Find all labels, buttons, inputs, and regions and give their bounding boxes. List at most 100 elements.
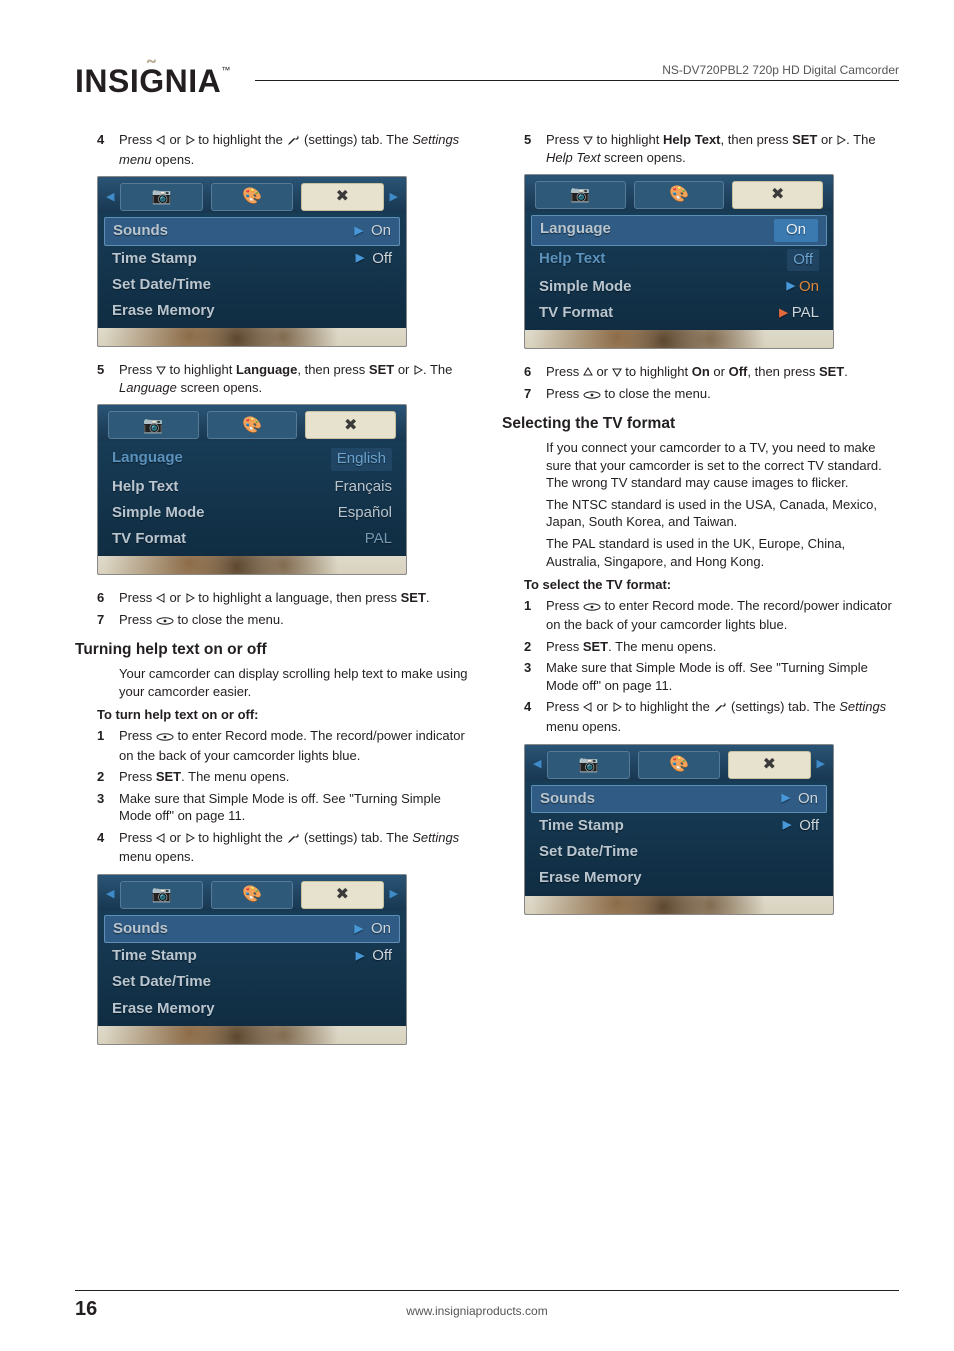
- section-heading: Selecting the TV format: [502, 414, 899, 435]
- step-text: Press to close the menu.: [119, 611, 472, 631]
- body-text: If you connect your camcorder to a TV, y…: [502, 439, 899, 492]
- tab-arrow-left-icon: ◀: [104, 887, 116, 902]
- menu-row: Sounds▶On: [104, 217, 400, 245]
- step-number: 3: [97, 790, 111, 825]
- step-number: 1: [97, 727, 111, 764]
- menu-row: Time Stamp▶Off: [104, 246, 400, 272]
- menu-row: Erase Memory: [104, 996, 400, 1022]
- sub-heading: To turn help text on or off:: [97, 706, 472, 724]
- settings-menu-screenshot: ◀ 📷 🎨 ✖ ▶ Sounds▶On Time Stamp▶Off Set D…: [97, 176, 407, 347]
- left-triangle-icon: [156, 593, 166, 603]
- menu-row: LanguageEnglish: [104, 445, 400, 473]
- step-text: Press to enter Record mode. The record/p…: [119, 727, 472, 764]
- menu-row: Simple ModeEspañol: [104, 500, 400, 526]
- help-text-screen-screenshot: 📷 🎨 ✖ LanguageOn Help TextOff Simple Mod…: [524, 174, 834, 349]
- step-text: Make sure that Simple Mode is off. See "…: [119, 790, 472, 825]
- tab-arrow-right-icon: ▶: [388, 887, 400, 902]
- step-number: 3: [524, 659, 538, 694]
- brand-logo: INSIGNIA™ ˜: [75, 60, 231, 103]
- menu-row: TV FormatPAL: [104, 526, 400, 552]
- record-button-icon: [156, 613, 174, 631]
- settings-wrench-icon: [713, 699, 727, 718]
- record-button-icon: [583, 387, 601, 405]
- tab-arrow-left-icon: ◀: [104, 190, 116, 205]
- tab-palette-icon: 🎨: [207, 411, 298, 439]
- tab-palette-icon: 🎨: [211, 183, 293, 211]
- down-triangle-icon: [156, 365, 166, 375]
- step-number: 7: [524, 385, 538, 405]
- menu-row: TV Format▶PAL: [531, 300, 827, 326]
- step-number: 1: [524, 597, 538, 634]
- body-text: The NTSC standard is used in the USA, Ca…: [502, 496, 899, 531]
- left-triangle-icon: [583, 702, 593, 712]
- left-triangle-icon: [156, 135, 166, 145]
- tab-arrow-right-icon: ▶: [388, 190, 400, 205]
- menu-row: LanguageOn: [531, 215, 827, 245]
- record-button-icon: [583, 599, 601, 617]
- body-text: Your camcorder can display scrolling hel…: [75, 665, 472, 700]
- tab-settings-icon: ✖: [301, 881, 383, 909]
- section-heading: Turning help text on or off: [75, 640, 472, 661]
- step-number: 7: [97, 611, 111, 631]
- right-column: 5 Press to highlight Help Text, then pre…: [502, 131, 899, 1059]
- step-number: 2: [524, 638, 538, 656]
- menu-row: Erase Memory: [104, 298, 400, 324]
- step-text: Press or to highlight On or Off, then pr…: [546, 363, 899, 381]
- down-triangle-icon: [612, 367, 622, 377]
- tab-settings-icon: ✖: [305, 411, 396, 439]
- right-triangle-icon: [185, 135, 195, 145]
- menu-row: Sounds▶On: [104, 915, 400, 943]
- tab-arrow-left-icon: ◀: [531, 757, 543, 772]
- tab-arrow-right-icon: ▶: [815, 757, 827, 772]
- menu-row: Time Stamp▶Off: [531, 813, 827, 839]
- menu-row: Help TextOff: [531, 246, 827, 274]
- right-triangle-icon: [413, 365, 423, 375]
- step-text: Press or to highlight the (settings) tab…: [546, 698, 899, 735]
- step-text: Make sure that Simple Mode is off. See "…: [546, 659, 899, 694]
- step-text: Press or to highlight the (settings) tab…: [119, 829, 472, 866]
- footer-url: www.insigniaproducts.com: [0, 1303, 954, 1319]
- menu-row: Set Date/Time: [531, 839, 827, 865]
- tab-camera-icon: 📷: [535, 181, 626, 209]
- menu-row: Simple Mode▶On: [531, 274, 827, 300]
- step-text: Press to highlight Help Text, then press…: [546, 131, 899, 166]
- tab-camera-icon: 📷: [120, 881, 202, 909]
- left-column: 4 Press or to highlight the (settings) t…: [75, 131, 472, 1059]
- tab-camera-icon: 📷: [547, 751, 629, 779]
- right-triangle-icon: [185, 833, 195, 843]
- step-text: Press SET. The menu opens.: [119, 768, 472, 786]
- tab-settings-icon: ✖: [732, 181, 823, 209]
- right-triangle-icon: [185, 593, 195, 603]
- settings-wrench-icon: [286, 132, 300, 151]
- step-text: Press to enter Record mode. The record/p…: [546, 597, 899, 634]
- logo-tilde-icon: ˜: [147, 54, 156, 86]
- product-name: NS-DV720PBL2 720p HD Digital Camcorder: [662, 62, 899, 78]
- tab-palette-icon: 🎨: [638, 751, 720, 779]
- step-number: 4: [97, 131, 111, 168]
- settings-menu-screenshot: ◀ 📷 🎨 ✖ ▶ Sounds▶On Time Stamp▶Off Set D…: [524, 744, 834, 915]
- down-triangle-icon: [583, 135, 593, 145]
- step-number: 6: [524, 363, 538, 381]
- footer-rule: [75, 1290, 899, 1291]
- left-triangle-icon: [156, 833, 166, 843]
- menu-row: Erase Memory: [531, 865, 827, 891]
- tm-text: ™: [221, 65, 231, 75]
- step-text: Press or to highlight the (settings) tab…: [119, 131, 472, 168]
- header-rule: [255, 80, 899, 81]
- body-text: The PAL standard is used in the UK, Euro…: [502, 535, 899, 570]
- record-button-icon: [156, 729, 174, 747]
- sub-heading: To select the TV format:: [524, 576, 899, 594]
- step-text: Press or to highlight a language, then p…: [119, 589, 472, 607]
- menu-row: Set Date/Time: [104, 969, 400, 995]
- language-screen-screenshot: 📷 🎨 ✖ LanguageEnglish Help TextFrançais …: [97, 404, 407, 575]
- tab-palette-icon: 🎨: [211, 881, 293, 909]
- step-text: Press SET. The menu opens.: [546, 638, 899, 656]
- menu-row: Help TextFrançais: [104, 474, 400, 500]
- step-text: Press to close the menu.: [546, 385, 899, 405]
- menu-row: Time Stamp▶Off: [104, 943, 400, 969]
- menu-row: Sounds▶On: [531, 785, 827, 813]
- step-number: 5: [97, 361, 111, 396]
- step-number: 4: [97, 829, 111, 866]
- right-triangle-icon: [612, 702, 622, 712]
- tab-settings-icon: ✖: [728, 751, 810, 779]
